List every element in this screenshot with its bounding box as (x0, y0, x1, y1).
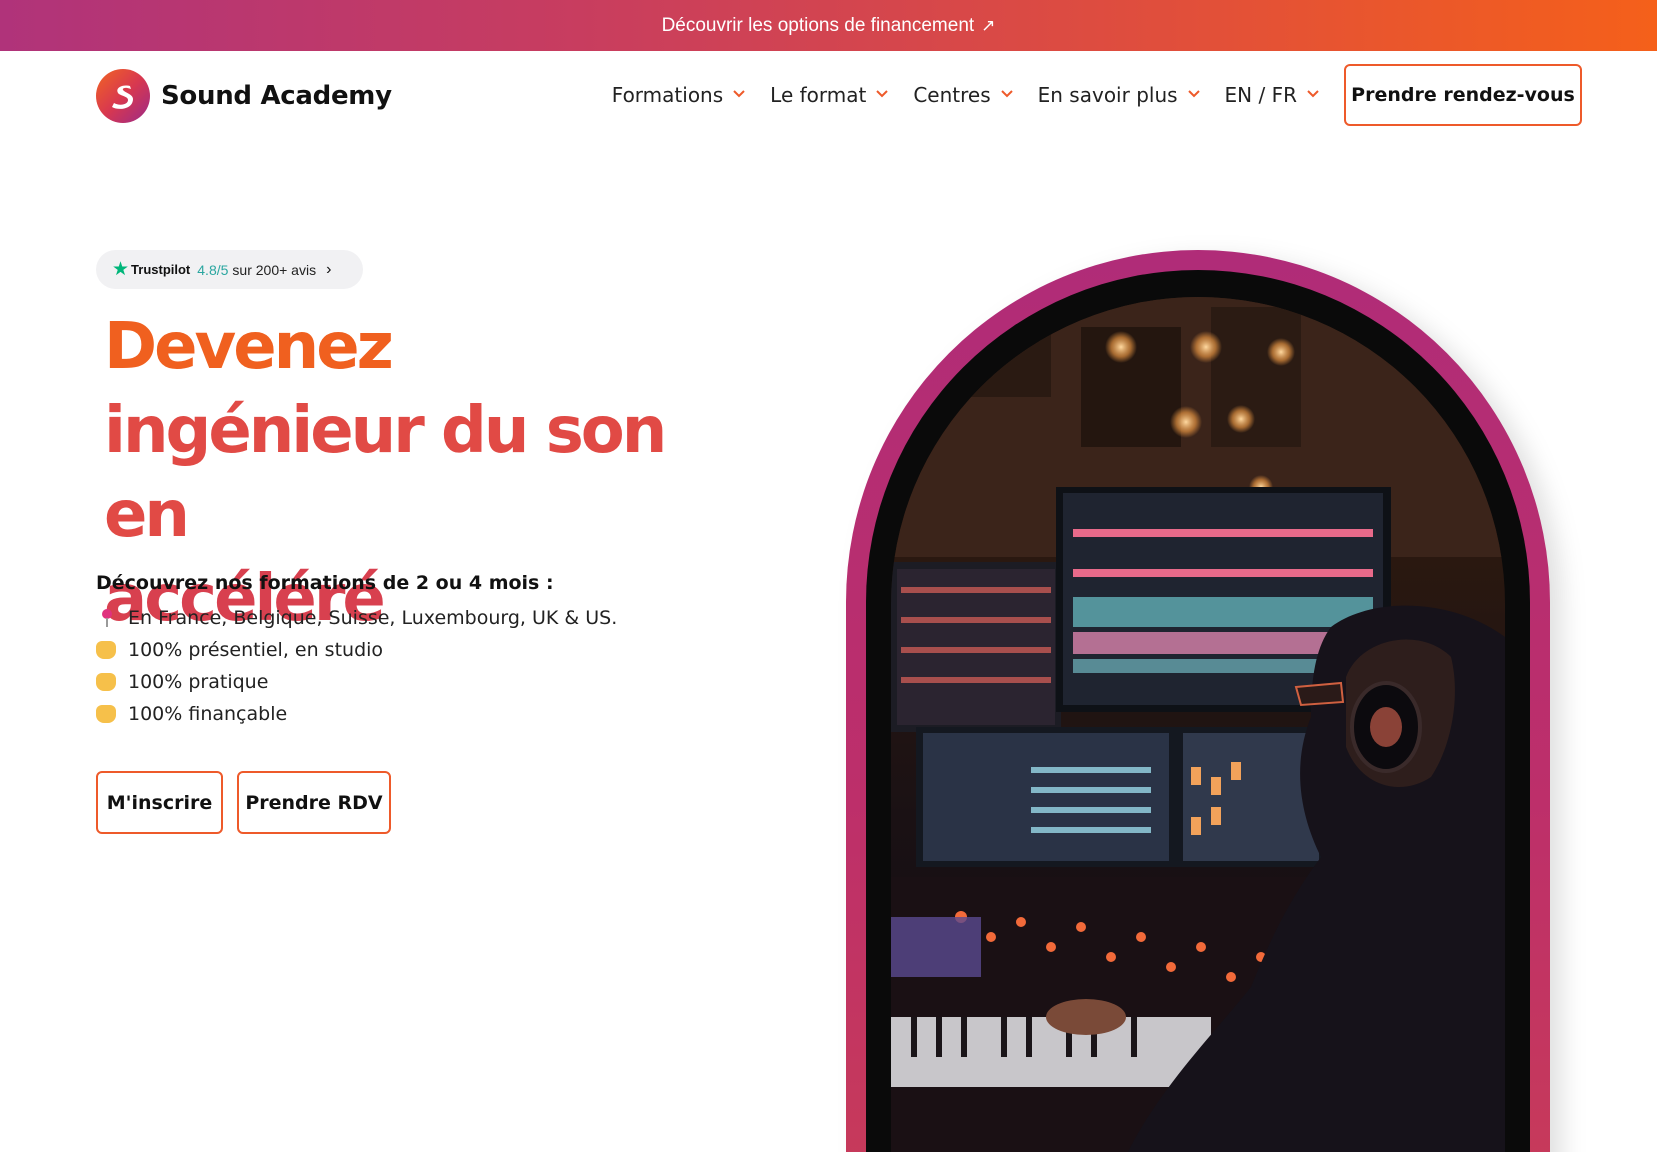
nav-item-centres[interactable]: Centres (913, 82, 1013, 107)
main-nav: Formations Le format Centres En savoir p… (585, 51, 1319, 138)
feature-text: 100% finançable (128, 703, 288, 725)
financing-banner-text[interactable]: Découvrir les options de financement (662, 15, 975, 37)
nav-label: En savoir plus (1037, 82, 1178, 107)
chevron-down-icon (1187, 89, 1200, 100)
pin-icon (96, 609, 122, 627)
hero-title-line-1: Devenez (104, 310, 394, 384)
list-item: 100% finançable (96, 698, 617, 730)
list-item: 100% pratique (96, 666, 617, 698)
hero-intro: Découvrez nos formations de 2 ou 4 mois … (96, 572, 554, 594)
chevron-down-icon (733, 89, 745, 100)
pointing-hand-icon (96, 673, 122, 691)
external-arrow-icon: ↗ (981, 15, 996, 35)
trustpilot-brand: Trustpilot (131, 262, 191, 277)
list-item: En France, Belgique, Suisse, Luxembourg,… (96, 602, 617, 634)
book-meeting-button[interactable]: Prendre RDV (237, 771, 391, 834)
feature-text: 100% présentiel, en studio (128, 639, 384, 661)
chevron-down-icon (1000, 89, 1013, 100)
hero-title-line-2: ingénieur du son en (104, 394, 667, 552)
waving-hand-icon (96, 641, 122, 659)
book-appointment-button[interactable]: Prendre rendez-vous (1344, 64, 1582, 126)
signup-button[interactable]: M'inscrire (96, 771, 223, 834)
list-item: 100% présentiel, en studio (96, 634, 617, 666)
financing-banner[interactable]: Découvrir les options de financement ↗ (0, 0, 1657, 51)
nav-label: EN / FR (1224, 82, 1297, 107)
chevron-down-icon (876, 89, 889, 100)
trustpilot-reviews: sur 200+ avis (232, 261, 317, 278)
nav-label: Formations (611, 82, 724, 107)
chevron-down-icon (1307, 89, 1319, 100)
feature-text: 100% pratique (128, 671, 269, 693)
feature-list: En France, Belgique, Suisse, Luxembourg,… (96, 602, 617, 730)
ok-hand-icon (96, 705, 122, 723)
hero-studio-photo (891, 297, 1505, 1152)
feature-text: En France, Belgique, Suisse, Luxembourg,… (128, 607, 618, 629)
nav-item-le-format[interactable]: Le format (770, 82, 889, 107)
studio-illustration (891, 297, 1505, 1152)
brand-name: Sound Academy (161, 81, 392, 111)
sound-academy-logo-icon (96, 69, 150, 123)
nav-item-language[interactable]: EN / FR (1224, 82, 1319, 107)
brand-logo[interactable]: Sound Academy (96, 69, 392, 123)
nav-label: Centres (913, 82, 991, 107)
nav-item-formations[interactable]: Formations (611, 82, 745, 107)
trustpilot-star-icon: ★ (112, 259, 130, 280)
trustpilot-badge[interactable]: ★ Trustpilot 4.8/5 sur 200+ avis › (96, 250, 363, 289)
nav-label: Le format (770, 82, 867, 107)
chevron-right-icon: › (326, 260, 332, 278)
trustpilot-score: 4.8/5 (197, 261, 229, 278)
site-header: Sound Academy Formations Le format Centr… (0, 51, 1657, 138)
nav-item-en-savoir-plus[interactable]: En savoir plus (1037, 82, 1200, 107)
